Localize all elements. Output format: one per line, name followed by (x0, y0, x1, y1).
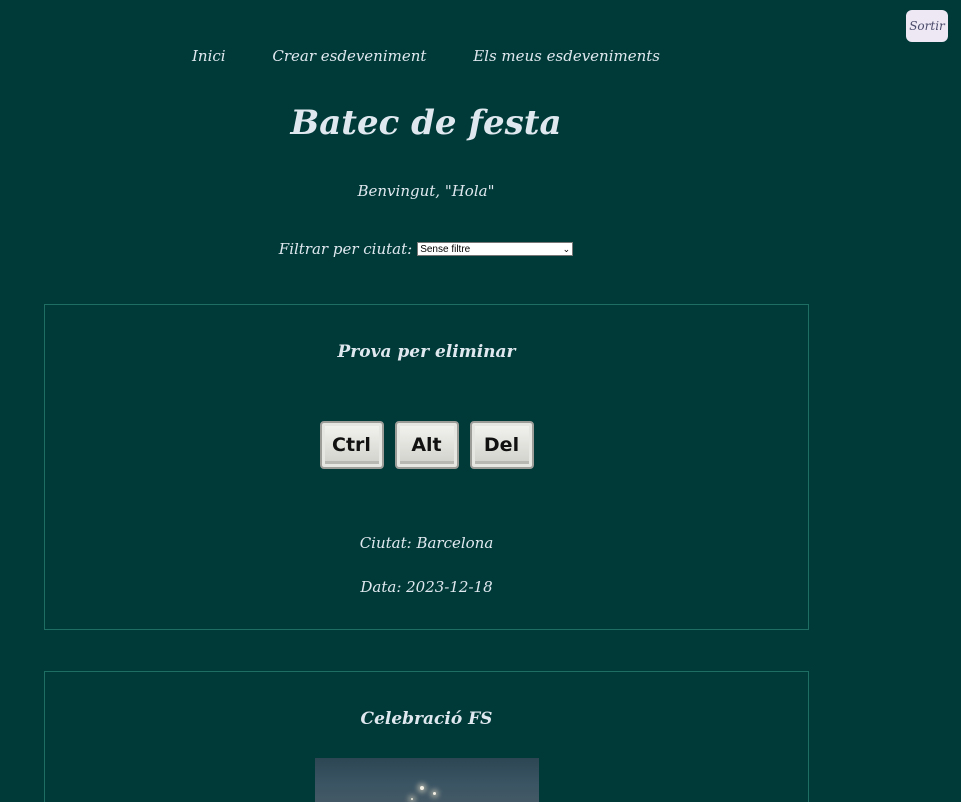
event-card: Prova per eliminar Ctrl Alt Del Ciutat: … (44, 304, 809, 630)
page-title: Batec de festa (290, 103, 562, 143)
logout-button[interactable]: Sortir (906, 10, 948, 42)
welcome-message: Benvingut, "Hola" (357, 182, 495, 200)
light-dot (420, 786, 424, 790)
chevron-down-icon: ⌄ (562, 243, 571, 254)
event-title: Celebració FS (360, 709, 493, 729)
nav-item-home[interactable]: Inici (192, 47, 226, 65)
city-filter-select[interactable]: Sense filtre ⌄ (417, 242, 574, 256)
key-alt: Alt (394, 421, 459, 469)
light-dot (433, 792, 436, 795)
event-city: Ciutat: Barcelona (359, 534, 494, 552)
light-dot (411, 798, 413, 800)
event-date: Data: 2023-12-18 (360, 578, 493, 596)
key-ctrl: Ctrl (319, 421, 384, 469)
city-filter-selected-value: Sense filtre (420, 243, 471, 255)
nav-item-my-events[interactable]: Els meus esdeveniments (473, 47, 660, 65)
event-image-keyboard-keys: Ctrl Alt Del (45, 421, 808, 469)
main-nav: Inici Crear esdeveniment Els meus esdeve… (0, 47, 852, 65)
event-card: Celebració FS (44, 671, 809, 802)
nav-item-create-event[interactable]: Crear esdeveniment (272, 47, 426, 65)
city-filter-label: Filtrar per ciutat: (278, 240, 413, 258)
event-title: Prova per eliminar (337, 342, 516, 362)
key-del: Del (469, 421, 534, 469)
event-image (315, 758, 539, 802)
city-filter: Filtrar per ciutat: Sense filtre ⌄ (0, 240, 852, 258)
